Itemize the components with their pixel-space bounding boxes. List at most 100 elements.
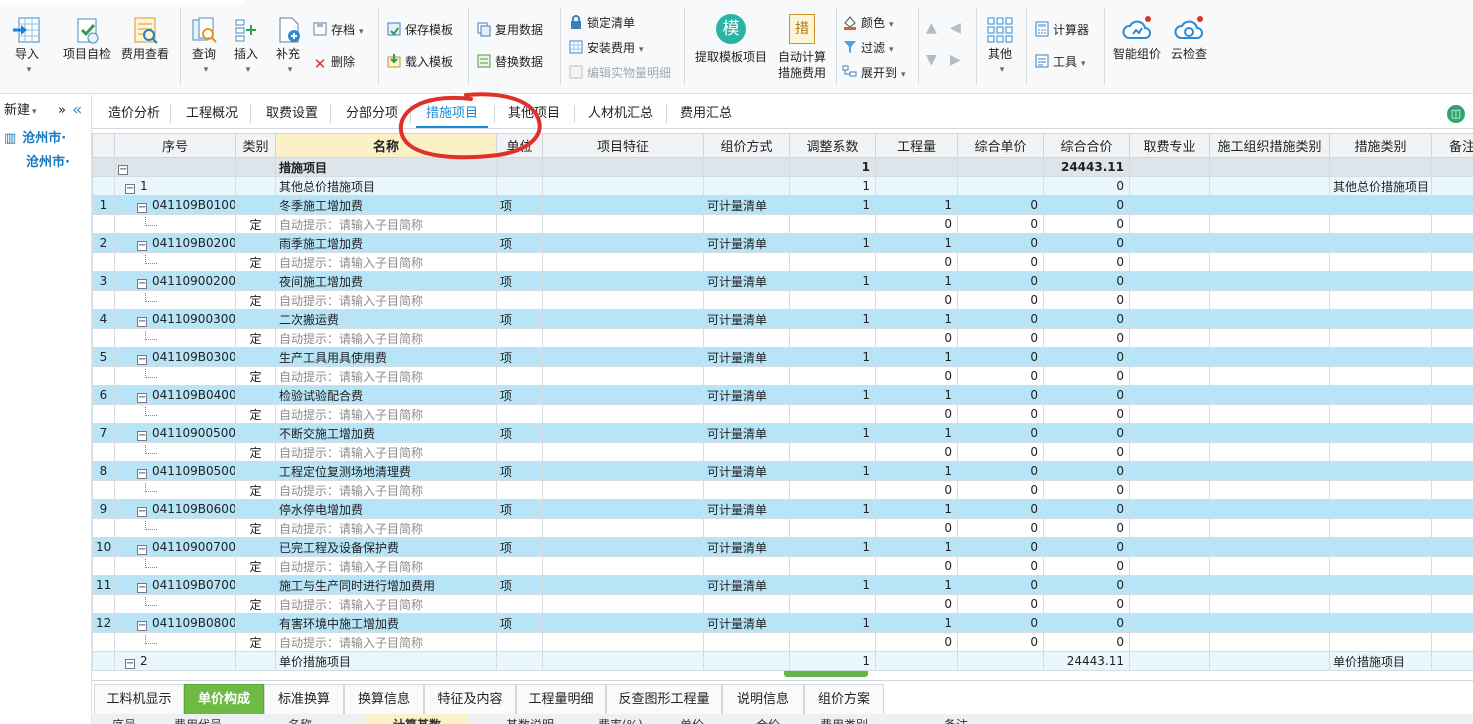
empty-cell[interactable] <box>542 366 704 386</box>
table-sub-row[interactable]: 定自动提示：请输入子目简称 0 0 0 <box>92 556 1473 576</box>
empty-cell[interactable] <box>1129 347 1210 367</box>
name-cell[interactable]: 雨季施工增加费 <box>275 233 497 253</box>
empty-cell[interactable] <box>1329 347 1432 367</box>
qty-cell[interactable]: 0 <box>875 214 958 234</box>
name-cell[interactable]: 冬季施工增加费 <box>275 195 497 215</box>
empty-cell[interactable] <box>542 233 704 253</box>
empty-cell[interactable] <box>1129 632 1210 652</box>
empty-cell[interactable] <box>1329 195 1432 215</box>
empty-cell[interactable] <box>789 556 876 576</box>
table-sub-row[interactable]: 定自动提示：请输入子目简称 0 0 0 <box>92 594 1473 614</box>
empty-cell[interactable] <box>1431 499 1473 519</box>
qty-cell[interactable]: 1 <box>875 537 958 557</box>
tree-node-root[interactable]: ▥ 沧州市· <box>0 127 91 151</box>
table-row[interactable]: 7−041109005001 不断交施工增加费项可计量清单 1 1 0 0 <box>92 423 1473 443</box>
empty-cell[interactable] <box>1209 461 1330 481</box>
empty-cell[interactable] <box>542 328 704 348</box>
code-cell[interactable]: −041109B04001 <box>114 385 236 405</box>
empty-cell[interactable] <box>1329 404 1432 424</box>
coef-cell[interactable]: 1 <box>789 233 876 253</box>
unit-cell[interactable]: 项 <box>496 537 543 557</box>
coef-cell[interactable]: 1 <box>789 537 876 557</box>
table-sub-row[interactable]: 定自动提示：请输入子目简称 0 0 0 <box>92 404 1473 424</box>
empty-cell[interactable] <box>703 594 790 614</box>
table-sub-row[interactable]: 定自动提示：请输入子目简称 0 0 0 <box>92 328 1473 348</box>
table-row-root[interactable]: − 措施项目 1 24443.11 <box>92 157 1473 177</box>
empty-cell[interactable] <box>542 651 704 671</box>
empty-cell[interactable] <box>1431 309 1473 329</box>
name-cell[interactable]: 检验试验配合费 <box>275 385 497 405</box>
method-cell[interactable]: 可计量清单 <box>703 575 790 595</box>
type-cell[interactable]: 定 <box>235 480 276 500</box>
empty-cell[interactable] <box>1129 157 1210 177</box>
col-header-org-measure-type[interactable]: 施工组织措施类别 <box>1209 133 1330 158</box>
coef-cell[interactable]: 1 <box>789 651 876 671</box>
qty-cell[interactable]: 0 <box>875 290 958 310</box>
empty-cell[interactable] <box>1129 442 1210 462</box>
empty-cell[interactable] <box>703 404 790 424</box>
coef-cell[interactable]: 1 <box>789 385 876 405</box>
empty-cell[interactable] <box>1209 271 1330 291</box>
type-cell[interactable] <box>235 537 276 557</box>
new-button[interactable]: 新建 ▾ <box>4 103 37 118</box>
table-sub-row[interactable]: 定自动提示：请输入子目简称 0 0 0 <box>92 290 1473 310</box>
empty-cell[interactable] <box>1209 157 1330 177</box>
empty-cell[interactable] <box>496 176 543 196</box>
install-fee-button[interactable]: 安装费用 ▾ <box>568 38 644 58</box>
empty-cell[interactable] <box>496 442 543 462</box>
table-sub-row[interactable]: 定自动提示：请输入子目简称 0 0 0 <box>92 442 1473 462</box>
empty-cell[interactable] <box>1329 385 1432 405</box>
method-cell[interactable]: 可计量清单 <box>703 537 790 557</box>
empty-cell[interactable] <box>703 328 790 348</box>
collapse-toggle-icon[interactable]: − <box>137 278 147 289</box>
empty-cell[interactable] <box>1129 423 1210 443</box>
type-cell[interactable]: 定 <box>235 518 276 538</box>
empty-cell[interactable] <box>1431 518 1473 538</box>
empty-cell[interactable] <box>1129 480 1210 500</box>
import-button[interactable]: 导入 ▾ <box>8 14 46 78</box>
type-cell[interactable]: 定 <box>235 366 276 386</box>
empty-cell[interactable] <box>1329 290 1432 310</box>
code-cell[interactable]: − <box>114 157 236 177</box>
tools-button[interactable]: 工具 ▾ <box>1034 52 1086 72</box>
qty-cell[interactable]: 0 <box>875 594 958 614</box>
empty-cell[interactable] <box>1431 594 1473 614</box>
name-hint-cell[interactable]: 自动提示：请输入子目简称 <box>275 214 497 234</box>
collapse-toggle-icon[interactable]: − <box>137 240 147 251</box>
empty-cell[interactable] <box>542 271 704 291</box>
empty-cell[interactable] <box>1329 575 1432 595</box>
empty-cell[interactable] <box>496 290 543 310</box>
type-cell[interactable]: 定 <box>235 214 276 234</box>
empty-cell[interactable] <box>542 195 704 215</box>
empty-cell[interactable] <box>1329 480 1432 500</box>
collapse-toggle-icon[interactable]: − <box>137 354 147 365</box>
code-cell[interactable]: −041109007001 <box>114 537 236 557</box>
qty-cell[interactable]: 0 <box>875 366 958 386</box>
other-button[interactable]: 其他 ▾ <box>982 14 1018 78</box>
tab-other-items[interactable]: 其他项目 <box>498 101 570 128</box>
type-cell[interactable] <box>235 423 276 443</box>
empty-cell[interactable] <box>542 613 704 633</box>
empty-cell[interactable] <box>703 632 790 652</box>
qty-cell[interactable]: 1 <box>875 309 958 329</box>
name-cell[interactable]: 措施项目 <box>275 157 497 177</box>
lock-list-button[interactable]: 锁定清单 <box>568 13 635 33</box>
type-cell[interactable]: 定 <box>235 404 276 424</box>
collapse-toggle-icon[interactable]: − <box>137 544 147 555</box>
empty-cell[interactable] <box>1209 537 1330 557</box>
empty-cell[interactable] <box>703 157 790 177</box>
empty-cell[interactable] <box>496 366 543 386</box>
empty-cell[interactable] <box>542 480 704 500</box>
col-header-feature[interactable]: 项目特征 <box>542 133 704 158</box>
type-cell[interactable]: 定 <box>235 556 276 576</box>
col-header-qty[interactable]: 工程量 <box>875 133 958 158</box>
empty-cell[interactable] <box>542 556 704 576</box>
empty-cell[interactable] <box>496 214 543 234</box>
empty-cell[interactable] <box>1431 556 1473 576</box>
name-hint-cell[interactable]: 自动提示：请输入子目简称 <box>275 556 497 576</box>
qty-cell[interactable]: 0 <box>875 480 958 500</box>
collapse-toggle-icon[interactable]: − <box>137 430 147 441</box>
code-cell[interactable]: −041109B01001 <box>114 195 236 215</box>
empty-cell[interactable] <box>789 290 876 310</box>
tab-measure-items[interactable]: 措施项目 <box>416 101 489 128</box>
